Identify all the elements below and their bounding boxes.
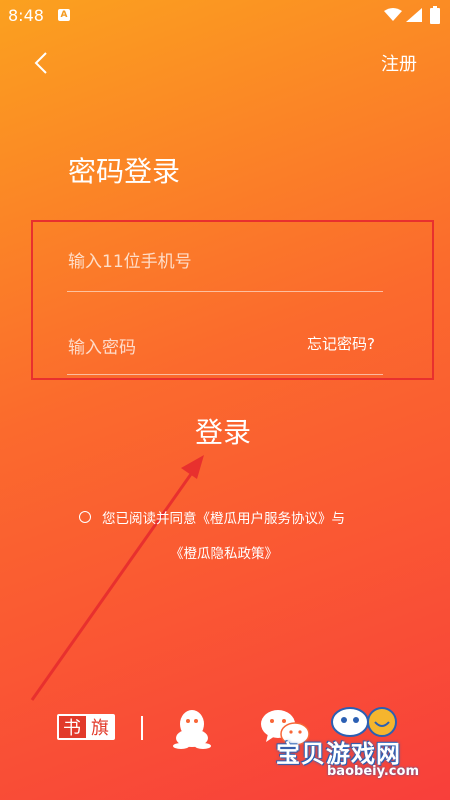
phone-input[interactable]: 输入11位手机号 bbox=[68, 247, 192, 272]
wifi-icon bbox=[384, 8, 402, 21]
page-title: 密码登录 bbox=[68, 155, 181, 188]
annotation-arrow bbox=[30, 455, 204, 701]
svg-text:书: 书 bbox=[63, 718, 81, 739]
privacy-policy-link[interactable]: 《橙瓜隐私政策》 bbox=[170, 542, 278, 562]
agreement-radio[interactable] bbox=[79, 511, 91, 523]
watermark-url: baobeiy.com bbox=[327, 764, 419, 779]
status-time: 8:48 bbox=[8, 6, 44, 25]
qq-icon[interactable] bbox=[170, 706, 214, 750]
status-bar: 8:48 A bbox=[0, 0, 450, 32]
register-button[interactable]: 注册 bbox=[381, 50, 417, 76]
svg-text:旗: 旗 bbox=[91, 718, 109, 739]
password-input-underline bbox=[67, 374, 383, 375]
phone-input-underline bbox=[67, 291, 383, 292]
battery-icon bbox=[430, 6, 440, 24]
password-input[interactable]: 输入密码 bbox=[68, 333, 136, 358]
signal-icon bbox=[406, 8, 422, 22]
chevron-left-icon[interactable] bbox=[30, 50, 56, 76]
login-button[interactable]: 登录 bbox=[195, 411, 251, 451]
notification-badge: A bbox=[58, 9, 70, 21]
shuqi-logo[interactable]: 书 旗 bbox=[55, 710, 117, 744]
agreement-text[interactable]: 您已阅读并同意《橙瓜用户服务协议》与 bbox=[102, 507, 345, 527]
forgot-password-link[interactable]: 忘记密码? bbox=[307, 333, 375, 354]
divider bbox=[141, 716, 143, 740]
